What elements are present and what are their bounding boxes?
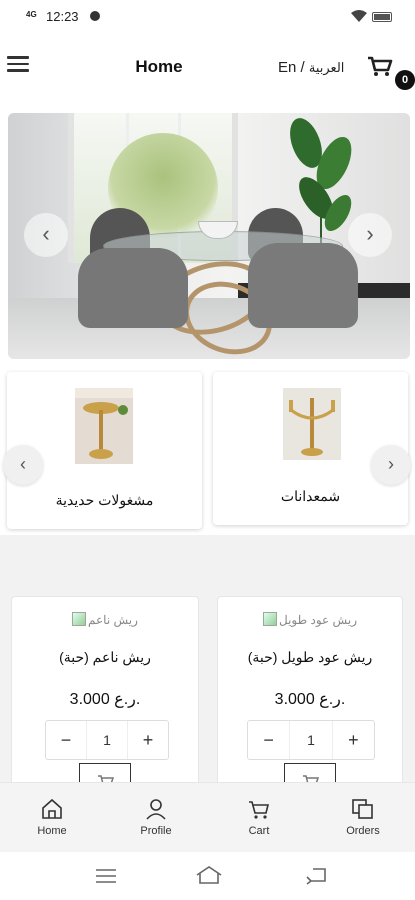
chevron-left-icon: ‹: [20, 454, 26, 474]
language-switcher[interactable]: En / العربية: [278, 59, 344, 76]
orders-icon: [352, 799, 373, 819]
increase-button[interactable]: +: [333, 721, 374, 759]
nav-orders[interactable]: Orders: [323, 783, 403, 853]
hero-prev-button[interactable]: ‹: [24, 213, 68, 257]
nav-label: Home: [37, 825, 67, 837]
home-system-icon[interactable]: [195, 865, 223, 885]
decrease-button[interactable]: −: [46, 721, 86, 759]
bottom-nav: Home Profile Cart Orders: [0, 782, 415, 852]
product-image: ريش ناعم: [12, 612, 198, 627]
increase-button[interactable]: +: [128, 721, 168, 759]
network-indicator: 4G: [26, 10, 37, 19]
nav-profile[interactable]: Profile: [116, 783, 196, 853]
home-icon: [42, 798, 62, 819]
chevron-right-icon: ›: [388, 454, 394, 474]
quantity-stepper[interactable]: − 1 +: [247, 720, 375, 760]
cart-count-badge: 0: [395, 70, 415, 90]
language-separator: /: [300, 59, 305, 76]
app-header: Home En / العربية 0: [0, 34, 415, 104]
category-label: شمعدانات: [280, 488, 341, 504]
chevron-left-icon: ‹: [42, 221, 50, 246]
product-name: ريش ناعم (حبة): [59, 649, 151, 665]
messenger-icon: [90, 11, 100, 21]
categories-prev-button[interactable]: ‹: [3, 445, 43, 485]
nav-home[interactable]: Home: [12, 783, 92, 853]
categories-next-button[interactable]: ›: [371, 445, 411, 485]
category-image: [75, 388, 133, 464]
cart-icon[interactable]: [365, 50, 395, 80]
product-card[interactable]: ريش عود طويل ريش عود طويل (حبة) 3.000 ر.…: [217, 596, 403, 796]
quantity-value[interactable]: 1: [86, 721, 128, 759]
status-bar: 4G 12:23: [0, 0, 415, 34]
product-price: 3.000 ر.ع.: [69, 691, 141, 708]
nav-label: Cart: [248, 825, 270, 837]
quantity-stepper[interactable]: − 1 +: [45, 720, 169, 760]
product-image: ريش عود طويل: [218, 612, 402, 627]
category-image: [283, 388, 341, 460]
battery-icon: [372, 12, 392, 22]
decrease-button[interactable]: −: [248, 721, 289, 759]
product-price: 3.000 ر.ع.: [274, 691, 346, 708]
status-time: 12:23: [46, 9, 79, 24]
nav-label: Profile: [140, 825, 172, 837]
nav-label: Orders: [346, 825, 380, 837]
nav-cart[interactable]: Cart: [219, 783, 299, 853]
hero-next-button[interactable]: ›: [348, 213, 392, 257]
menu-icon: [7, 56, 29, 59]
menu-button[interactable]: [7, 56, 29, 72]
profile-icon: [146, 799, 166, 820]
recents-icon[interactable]: [95, 868, 117, 884]
wifi-icon: [351, 10, 367, 22]
product-card[interactable]: ريش ناعم ريش ناعم (حبة) 3.000 ر.ع. − 1 +: [11, 596, 199, 796]
cart-icon: [249, 801, 270, 819]
chevron-right-icon: ›: [366, 221, 374, 246]
language-ar[interactable]: العربية: [309, 60, 345, 75]
category-label: مشغولات حديدية: [55, 492, 154, 508]
product-name: ريش عود طويل (حبة): [247, 649, 373, 665]
system-navigation-bar: [0, 852, 415, 900]
back-icon[interactable]: [305, 867, 329, 885]
page-title: Home: [135, 57, 183, 76]
language-en[interactable]: En: [278, 59, 296, 76]
quantity-value[interactable]: 1: [289, 721, 333, 759]
hero-slider[interactable]: ‹ ›: [8, 113, 410, 359]
